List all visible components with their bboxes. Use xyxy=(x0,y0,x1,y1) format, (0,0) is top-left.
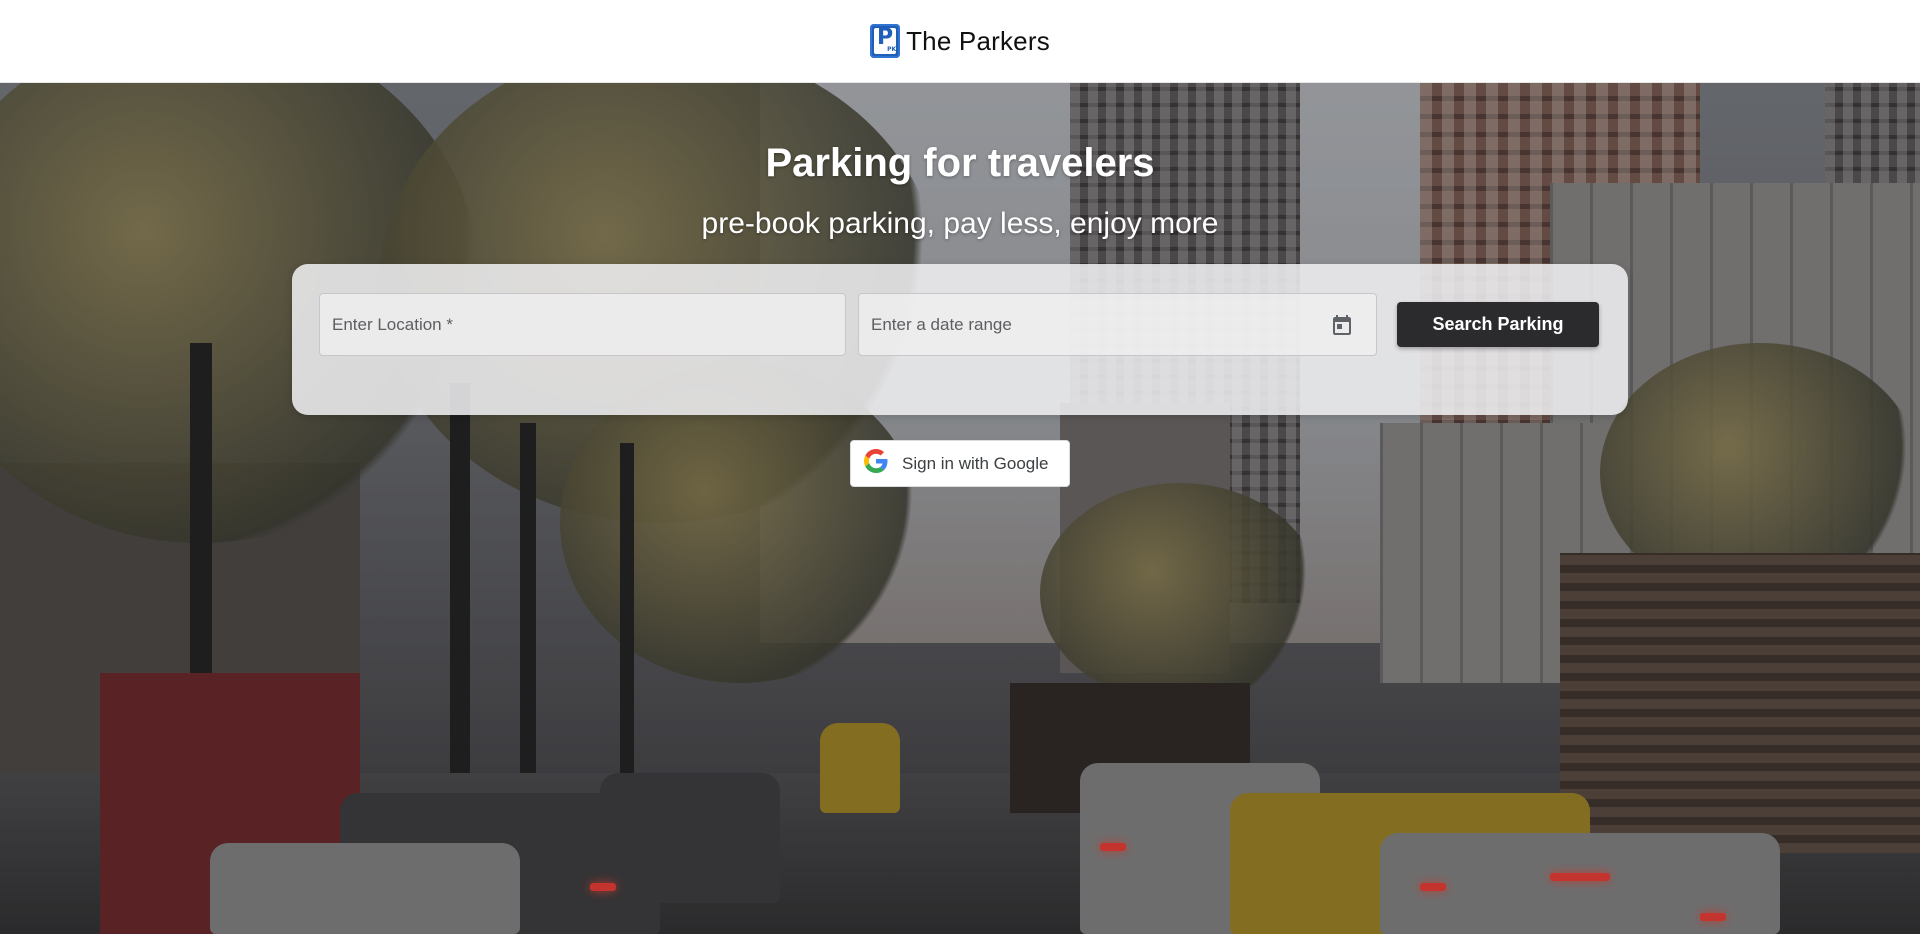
hero-subtitle: pre-book parking, pay less, enjoy more xyxy=(701,207,1219,240)
sign-in-with-google-button[interactable]: Sign in with Google xyxy=(850,440,1070,487)
brand-name: The Parkers xyxy=(906,25,1050,56)
hero-section: Parking for travelers pre-book parking, … xyxy=(0,83,1920,934)
calendar-icon[interactable] xyxy=(1330,313,1354,337)
search-card: Search Parking xyxy=(292,264,1628,415)
brand[interactable]: P PK The Parkers xyxy=(870,24,1050,58)
date-range-field[interactable] xyxy=(858,293,1377,356)
logo-sub: PK xyxy=(887,46,897,53)
search-parking-button[interactable]: Search Parking xyxy=(1397,302,1599,347)
location-input[interactable] xyxy=(320,294,845,355)
date-range-input[interactable] xyxy=(859,294,1376,355)
google-g-icon xyxy=(864,449,888,478)
parking-logo-icon: P PK xyxy=(870,24,901,58)
google-button-label: Sign in with Google xyxy=(902,453,1049,473)
hero-title: Parking for travelers xyxy=(765,141,1155,185)
top-bar: P PK The Parkers xyxy=(0,0,1920,83)
location-field[interactable] xyxy=(319,293,846,356)
